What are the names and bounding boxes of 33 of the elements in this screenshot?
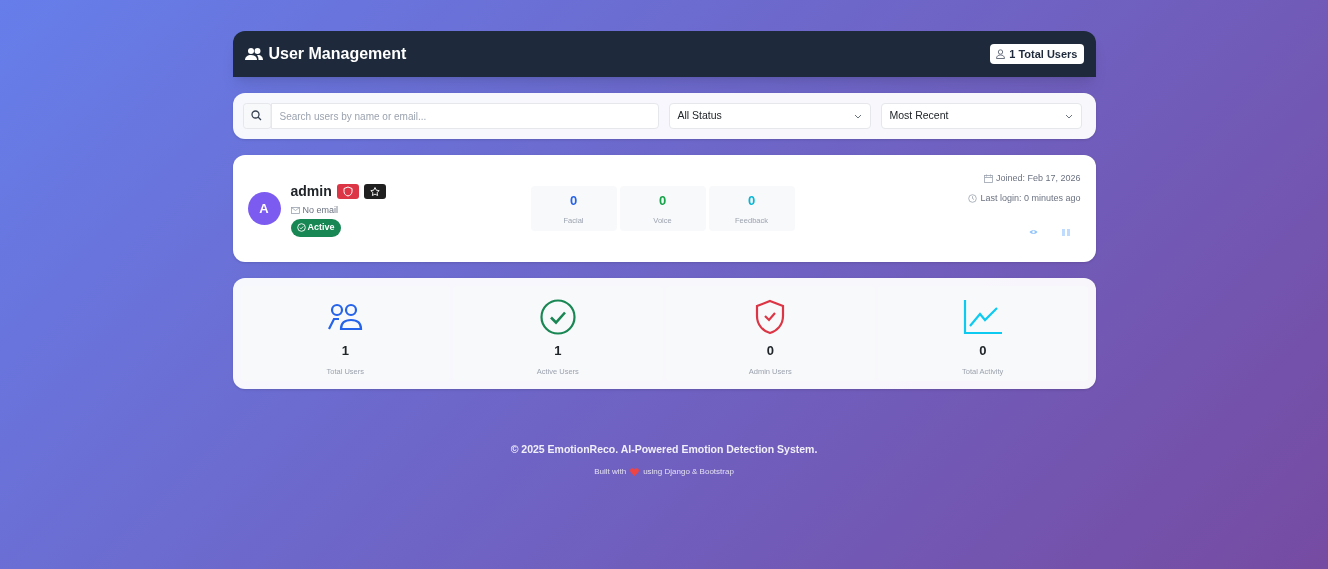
summary-value: 1 (341, 342, 349, 360)
eye-icon (1029, 229, 1038, 235)
total-users-badge: 1 Total Users (990, 43, 1084, 65)
users-icon (244, 47, 263, 61)
pause-icon (1061, 228, 1070, 236)
built-with-text: Built with (594, 465, 627, 478)
calendar-icon (983, 174, 993, 184)
stat-value: 0 (658, 191, 667, 210)
dropdown[interactable]: Most Recent (880, 103, 1082, 129)
user-email: No email (302, 203, 338, 217)
page-title: User Management (268, 44, 407, 64)
person-icon (996, 49, 1006, 59)
check-circle-icon (296, 223, 306, 233)
copyright-text: © 2025 EmotionReco. AI-Powered Emotion Detection System. (510, 442, 818, 457)
summary-value: 0 (979, 342, 987, 360)
clock-icon (968, 193, 978, 203)
search-icon (242, 103, 271, 129)
summary-value: 0 (766, 342, 774, 360)
last-login: Last login: 0 minutes ago (980, 191, 1081, 205)
dropdown[interactable]: All Status (668, 103, 871, 129)
stat-value: 0 (747, 191, 756, 210)
stat-value: 0 (569, 191, 578, 210)
user-name: admin (290, 181, 332, 201)
heart-icon (630, 467, 640, 476)
chevron-down-icon (1064, 113, 1073, 119)
joined-date: Joined: Feb 17, 2026 (995, 172, 1081, 185)
built-with-text: using Django & Bootstrap (643, 465, 734, 478)
chevron-down-icon (853, 113, 862, 119)
envelope-icon (290, 206, 300, 214)
avatar: A (247, 192, 281, 225)
status-badge: Active (290, 219, 341, 237)
search-field[interactable]: Search users by name or email... (270, 103, 659, 129)
summary-value: 1 (554, 342, 562, 360)
